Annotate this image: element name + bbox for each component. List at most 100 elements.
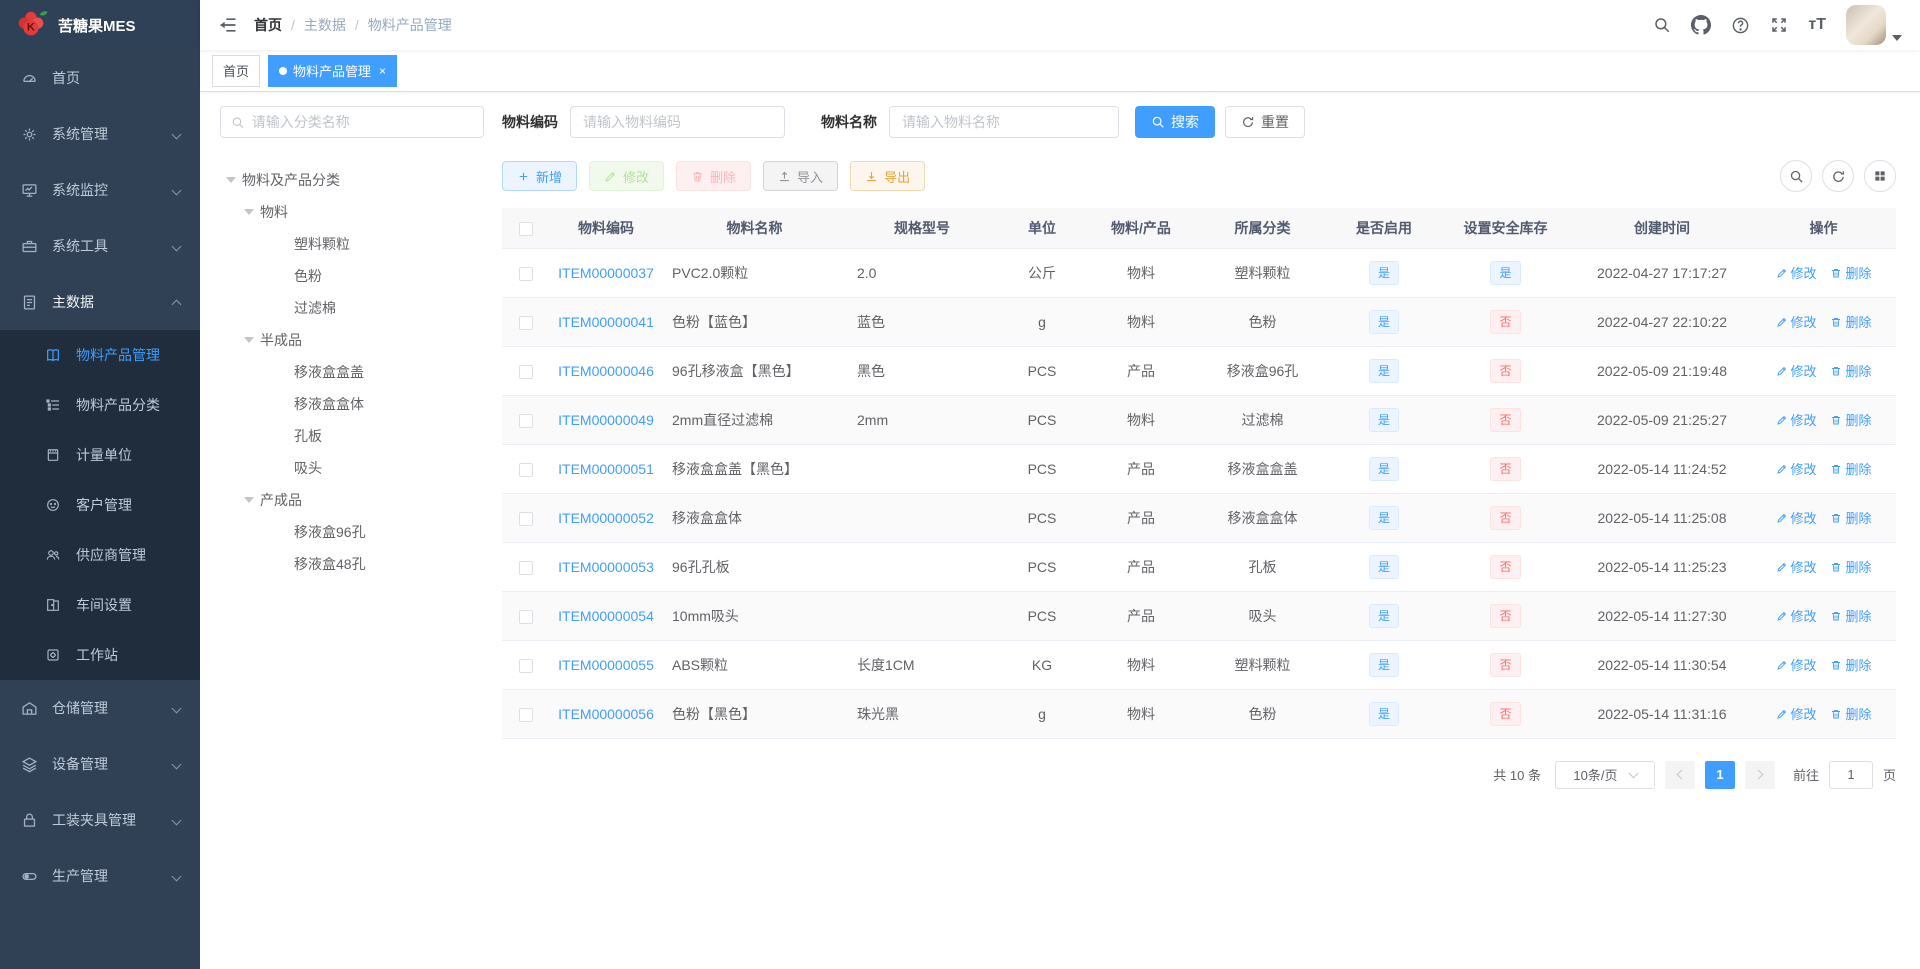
close-icon[interactable]: × xyxy=(379,64,386,78)
row-edit-button[interactable]: 修改 xyxy=(1776,557,1817,576)
row-checkbox[interactable] xyxy=(519,315,533,330)
page-size-select[interactable]: 10条/页 xyxy=(1554,760,1655,789)
next-page-button[interactable] xyxy=(1744,760,1775,789)
sidebar-toggle-icon[interactable] xyxy=(218,15,238,35)
material-code-link[interactable]: ITEM00000046 xyxy=(558,363,654,379)
reset-button[interactable]: 重置 xyxy=(1225,106,1305,138)
material-code-link[interactable]: ITEM00000056 xyxy=(558,706,654,722)
export-button[interactable]: 导出 xyxy=(850,161,926,191)
row-checkbox[interactable] xyxy=(519,462,533,477)
material-code-link[interactable]: ITEM00000041 xyxy=(558,314,654,330)
import-button[interactable]: 导入 xyxy=(763,161,839,191)
row-delete-button[interactable]: 删除 xyxy=(1830,459,1871,478)
sidebar-item-measure-unit[interactable]: 计量单位 xyxy=(0,430,200,480)
font-size-icon[interactable]: тT xyxy=(1808,16,1826,34)
tree-node[interactable]: 物料及产品分类 xyxy=(220,164,484,196)
tree-node[interactable]: 过滤棉 xyxy=(220,292,484,324)
add-button[interactable]: 新增 xyxy=(502,161,578,191)
row-edit-button[interactable]: 修改 xyxy=(1776,263,1817,282)
row-edit-button[interactable]: 修改 xyxy=(1776,704,1817,723)
tree-node[interactable]: 吸头 xyxy=(220,452,484,484)
sidebar-item-customer-management[interactable]: 客户管理 xyxy=(0,480,200,530)
avatar[interactable] xyxy=(1846,5,1886,45)
github-icon[interactable] xyxy=(1691,15,1711,35)
tree-node[interactable]: 色粉 xyxy=(220,260,484,292)
sidebar-item-master-data[interactable]: 主数据 xyxy=(0,274,200,330)
row-checkbox[interactable] xyxy=(519,609,533,624)
user-menu[interactable] xyxy=(1846,5,1902,45)
tree-node[interactable]: 产成品 xyxy=(220,484,484,516)
breadcrumb-master-data[interactable]: 主数据 xyxy=(304,15,346,35)
material-code-link[interactable]: ITEM00000051 xyxy=(558,461,654,477)
row-delete-button[interactable]: 删除 xyxy=(1830,606,1871,625)
show-search-toggle-button[interactable] xyxy=(1780,160,1812,192)
refresh-table-button[interactable] xyxy=(1822,160,1854,192)
tree-node[interactable]: 移液盒48孔 xyxy=(220,548,484,580)
sidebar-item-material-product-category[interactable]: 物料产品分类 xyxy=(0,380,200,430)
column-settings-button[interactable] xyxy=(1864,160,1896,192)
search-icon[interactable] xyxy=(1653,16,1671,34)
row-edit-button[interactable]: 修改 xyxy=(1776,606,1817,625)
row-checkbox[interactable] xyxy=(519,560,533,575)
sidebar-item-fixture-management[interactable]: 工装夹具管理 xyxy=(0,792,200,848)
row-delete-button[interactable]: 删除 xyxy=(1830,361,1871,380)
material-code-link[interactable]: ITEM00000052 xyxy=(558,510,654,526)
tree-node[interactable]: 移液盒盒体 xyxy=(220,388,484,420)
tree-node[interactable]: 塑料颗粒 xyxy=(220,228,484,260)
category-search-input[interactable] xyxy=(251,114,473,130)
sidebar-item-warehouse-management[interactable]: 仓储管理 xyxy=(0,680,200,736)
select-all-checkbox[interactable] xyxy=(519,221,533,236)
row-delete-button[interactable]: 删除 xyxy=(1830,410,1871,429)
row-checkbox[interactable] xyxy=(519,707,533,722)
tab-material-product-management[interactable]: 物料产品管理 × xyxy=(268,54,398,87)
tree-node[interactable]: 移液盒96孔 xyxy=(220,516,484,548)
material-code-link[interactable]: ITEM00000054 xyxy=(558,608,654,624)
material-code-link[interactable]: ITEM00000049 xyxy=(558,412,654,428)
tab-home[interactable]: 首页 xyxy=(212,54,261,87)
row-edit-button[interactable]: 修改 xyxy=(1776,361,1817,380)
goto-page-input[interactable] xyxy=(1828,760,1873,789)
page-number-1[interactable]: 1 xyxy=(1704,760,1735,789)
row-delete-button[interactable]: 删除 xyxy=(1830,263,1871,282)
row-edit-button[interactable]: 修改 xyxy=(1776,655,1817,674)
sidebar-item-equipment-management[interactable]: 设备管理 xyxy=(0,736,200,792)
row-edit-button[interactable]: 修改 xyxy=(1776,312,1817,331)
row-delete-button[interactable]: 删除 xyxy=(1830,508,1871,527)
sidebar-item-workstation[interactable]: 工作站 xyxy=(0,630,200,680)
row-delete-button[interactable]: 删除 xyxy=(1830,655,1871,674)
sidebar-item-system-monitor[interactable]: 系统监控 xyxy=(0,162,200,218)
row-checkbox[interactable] xyxy=(519,364,533,379)
material-name-input[interactable] xyxy=(889,106,1119,138)
sidebar-item-home[interactable]: 首页 xyxy=(0,50,200,106)
sidebar-item-workshop-settings[interactable]: 车间设置 xyxy=(0,580,200,630)
sidebar-item-production-management[interactable]: 生产管理 xyxy=(0,848,200,904)
row-edit-button[interactable]: 修改 xyxy=(1776,459,1817,478)
tree-node[interactable]: 移液盒盒盖 xyxy=(220,356,484,388)
edit-button[interactable]: 修改 xyxy=(589,161,665,191)
row-edit-button[interactable]: 修改 xyxy=(1776,410,1817,429)
help-icon[interactable] xyxy=(1731,16,1750,35)
prev-page-button[interactable] xyxy=(1664,760,1695,789)
row-delete-button[interactable]: 删除 xyxy=(1830,312,1871,331)
breadcrumb-home[interactable]: 首页 xyxy=(254,15,282,35)
row-edit-button[interactable]: 修改 xyxy=(1776,508,1817,527)
tree-node[interactable]: 物料 xyxy=(220,196,484,228)
delete-button[interactable]: 删除 xyxy=(676,161,752,191)
material-code-input[interactable] xyxy=(570,106,785,138)
row-delete-button[interactable]: 删除 xyxy=(1830,557,1871,576)
sidebar-item-system-tools[interactable]: 系统工具 xyxy=(0,218,200,274)
row-checkbox[interactable] xyxy=(519,511,533,526)
material-code-link[interactable]: ITEM00000053 xyxy=(558,559,654,575)
tree-node[interactable]: 孔板 xyxy=(220,420,484,452)
tree-node[interactable]: 半成品 xyxy=(220,324,484,356)
material-code-link[interactable]: ITEM00000037 xyxy=(558,265,654,281)
search-button[interactable]: 搜索 xyxy=(1135,106,1215,138)
sidebar-item-material-product-management[interactable]: 物料产品管理 xyxy=(0,330,200,380)
material-code-link[interactable]: ITEM00000055 xyxy=(558,657,654,673)
sidebar-item-system-management[interactable]: 系统管理 xyxy=(0,106,200,162)
row-checkbox[interactable] xyxy=(519,266,533,281)
sidebar-item-supplier-management[interactable]: 供应商管理 xyxy=(0,530,200,580)
row-checkbox[interactable] xyxy=(519,658,533,673)
fullscreen-icon[interactable] xyxy=(1770,16,1788,34)
row-delete-button[interactable]: 删除 xyxy=(1830,704,1871,723)
